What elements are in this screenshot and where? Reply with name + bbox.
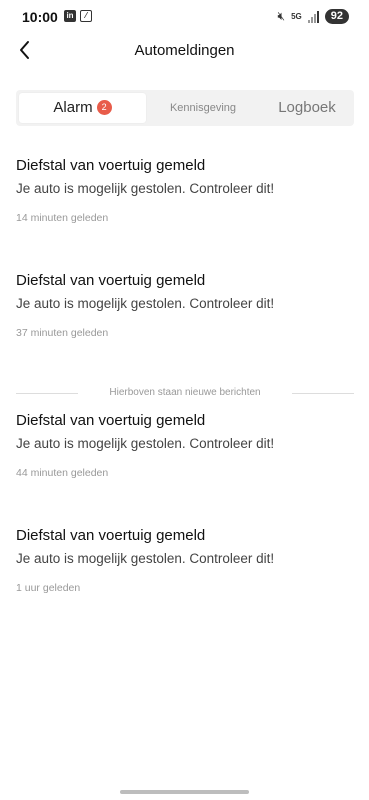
message-body: Je auto is mogelijk gestolen. Controleer…: [16, 436, 275, 451]
mute-icon: 🔇︎: [277, 9, 286, 23]
alarm-count-badge: 2: [96, 100, 112, 115]
tab-kennisgeving[interactable]: Kennisgeving: [148, 93, 258, 123]
message-title: Diefstal van voertuig gemeld: [16, 412, 206, 429]
status-time: 10:00: [22, 9, 58, 25]
tab-logboek[interactable]: Logboek: [262, 93, 352, 123]
list-item[interactable]: Diefstal van voertuig gemeld Je auto is …: [16, 272, 356, 339]
message-body: Je auto is mogelijk gestolen. Controleer…: [16, 296, 275, 311]
tab-bar: Alarm 2 Kennisgeving Logboek: [16, 90, 354, 126]
linkedin-icon: in: [64, 10, 76, 22]
app-header: Automeldingen: [0, 34, 369, 70]
status-icons-right: 🔇︎ 5G 92: [278, 9, 349, 24]
message-title: Diefstal van voertuig gemeld: [16, 527, 206, 544]
list-item[interactable]: Diefstal van voertuig gemeld Je auto is …: [16, 157, 356, 224]
message-body: Je auto is mogelijk gestolen. Controleer…: [16, 181, 275, 196]
message-time: 37 minuten geleden: [16, 327, 109, 339]
home-indicator[interactable]: [120, 790, 249, 794]
tab-alarm-label: Alarm: [53, 99, 93, 116]
page-title: Automeldingen: [134, 42, 235, 59]
status-icons-left: in ⁄: [64, 10, 92, 22]
message-body: Je auto is mogelijk gestolen. Controleer…: [16, 551, 275, 566]
signal-icon: [307, 10, 319, 23]
list-item[interactable]: Diefstal van voertuig gemeld Je auto is …: [16, 527, 356, 594]
status-bar: 10:00 in ⁄ 🔇︎ 5G 92: [0, 0, 369, 34]
list-item[interactable]: Diefstal van voertuig gemeld Je auto is …: [16, 412, 356, 479]
battery-indicator: 92: [324, 9, 349, 24]
5g-icon: 5G: [291, 11, 302, 21]
new-messages-divider: Hierboven staan nieuwe berichten: [16, 386, 354, 400]
tab-alarm[interactable]: Alarm 2: [19, 93, 146, 123]
message-title: Diefstal van voertuig gemeld: [16, 272, 206, 289]
divider-line-right: [292, 393, 354, 394]
message-time: 14 minuten geleden: [16, 212, 109, 224]
message-time: 1 uur geleden: [16, 582, 81, 594]
message-title: Diefstal van voertuig gemeld: [16, 157, 206, 174]
message-time: 44 minuten geleden: [16, 467, 109, 479]
notification-icon: ⁄: [80, 10, 92, 22]
